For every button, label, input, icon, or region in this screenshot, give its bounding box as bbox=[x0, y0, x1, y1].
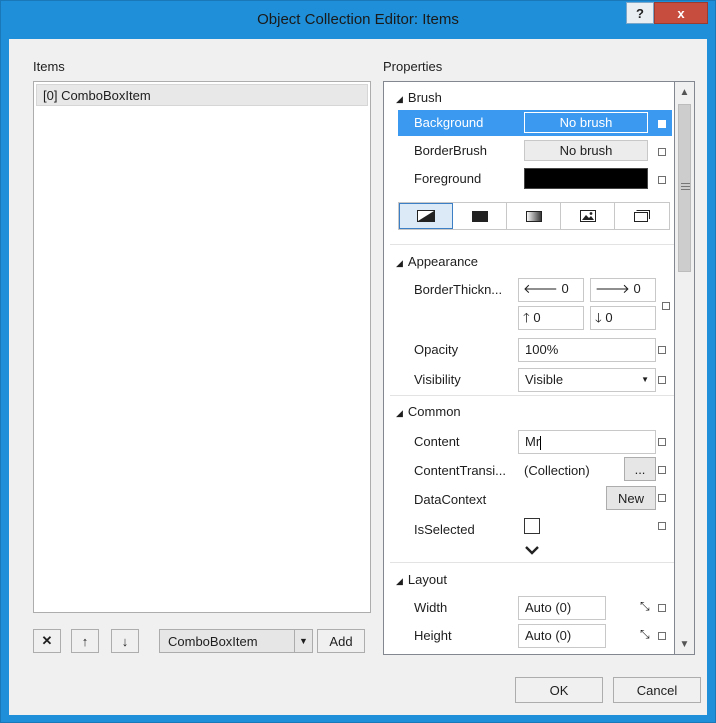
width-field[interactable]: Auto (0) bbox=[518, 596, 606, 620]
contenttransitions-value: (Collection) bbox=[524, 463, 590, 478]
text-cursor bbox=[540, 435, 542, 450]
height-label[interactable]: Height bbox=[414, 628, 452, 643]
items-label: Items bbox=[33, 59, 65, 74]
advanced-options-marker[interactable] bbox=[658, 632, 666, 640]
background-value[interactable]: No brush bbox=[524, 112, 648, 133]
arrow-right-icon: 🡒 bbox=[595, 281, 630, 296]
close-button[interactable]: x bbox=[654, 2, 708, 24]
chevron-down-icon[interactable]: ▼ bbox=[641, 375, 649, 384]
items-list[interactable]: [0] ComboBoxItem bbox=[33, 81, 371, 613]
content-label[interactable]: Content bbox=[414, 434, 460, 449]
borderthickness-label[interactable]: BorderThickn... bbox=[414, 282, 502, 297]
remove-item-button[interactable]: ✕ bbox=[33, 629, 61, 653]
thickness-right-field[interactable]: 🡒 0 bbox=[590, 278, 656, 302]
collapse-triangle-icon: ◢ bbox=[396, 258, 403, 268]
grip-icon bbox=[681, 183, 690, 190]
collapse-triangle-icon: ◢ bbox=[396, 576, 403, 586]
content-field[interactable]: Mr bbox=[518, 430, 656, 454]
scroll-up-icon[interactable]: ▲ bbox=[676, 83, 693, 101]
thickness-top-field[interactable]: 🡑 0 bbox=[518, 306, 584, 330]
move-up-button[interactable]: ↑ bbox=[71, 629, 99, 653]
category-common[interactable]: ◢ Common bbox=[396, 404, 461, 419]
advanced-options-marker[interactable] bbox=[658, 522, 666, 530]
divider bbox=[390, 562, 674, 563]
category-brush[interactable]: ◢ Brush bbox=[396, 90, 442, 105]
contenttransitions-label[interactable]: ContentTransi... bbox=[414, 463, 506, 478]
collapse-triangle-icon: ◢ bbox=[396, 94, 403, 104]
list-item[interactable]: [0] ComboBoxItem bbox=[36, 84, 368, 106]
category-layout[interactable]: ◢ Layout bbox=[396, 572, 447, 587]
foreground-label[interactable]: Foreground bbox=[414, 171, 481, 186]
isselected-checkbox[interactable] bbox=[524, 518, 540, 534]
borderbrush-label[interactable]: BorderBrush bbox=[414, 143, 487, 158]
scrollbar-thumb[interactable] bbox=[678, 104, 691, 272]
solid-color-icon[interactable] bbox=[453, 203, 507, 229]
arrow-up-icon: ↑ bbox=[81, 633, 89, 649]
borderbrush-value[interactable]: No brush bbox=[524, 140, 648, 161]
ellipsis-button[interactable]: ... bbox=[624, 457, 656, 481]
gradient-icon[interactable] bbox=[507, 203, 561, 229]
chevron-down-icon[interactable]: ▼ bbox=[294, 630, 312, 652]
advanced-options-marker[interactable] bbox=[658, 176, 666, 184]
help-button[interactable]: ? bbox=[626, 2, 654, 24]
datacontext-label[interactable]: DataContext bbox=[414, 492, 486, 507]
item-type-value: ComboBoxItem bbox=[168, 634, 258, 649]
advanced-options-marker[interactable] bbox=[658, 346, 666, 354]
advanced-options-marker[interactable] bbox=[658, 120, 666, 128]
no-brush-icon[interactable] bbox=[399, 203, 453, 229]
advanced-options-marker[interactable] bbox=[658, 466, 666, 474]
opacity-field[interactable]: 100% bbox=[518, 338, 656, 362]
category-appearance[interactable]: ◢ Appearance bbox=[396, 254, 478, 269]
move-down-button[interactable]: ↓ bbox=[111, 629, 139, 653]
title-bar: Object Collection Editor: Items ? x bbox=[1, 1, 715, 39]
background-label[interactable]: Background bbox=[414, 115, 483, 130]
expand-more-chevron-icon[interactable] bbox=[524, 544, 540, 556]
thickness-bottom-field[interactable]: 🡓 0 bbox=[590, 306, 656, 330]
opacity-label[interactable]: Opacity bbox=[414, 342, 458, 357]
visibility-select[interactable]: Visible ▼ bbox=[518, 368, 656, 392]
add-button[interactable]: Add bbox=[317, 629, 365, 653]
arrow-left-icon: 🡐 bbox=[523, 281, 558, 296]
divider bbox=[390, 395, 674, 396]
brush-type-tabs bbox=[398, 202, 670, 230]
height-field[interactable]: Auto (0) bbox=[518, 624, 606, 648]
item-type-combo[interactable]: ComboBoxItem ▼ bbox=[159, 629, 313, 653]
advanced-options-marker[interactable] bbox=[658, 376, 666, 384]
dialog-window: Object Collection Editor: Items ? x Item… bbox=[0, 0, 716, 723]
foreground-color-swatch[interactable] bbox=[524, 168, 648, 189]
image-brush-icon[interactable] bbox=[561, 203, 615, 229]
resource-icon[interactable] bbox=[615, 203, 669, 229]
width-label[interactable]: Width bbox=[414, 600, 447, 615]
collapse-triangle-icon: ◢ bbox=[396, 408, 403, 418]
remove-icon: ✕ bbox=[41, 633, 53, 648]
properties-label: Properties bbox=[383, 59, 443, 74]
properties-scrollbar[interactable]: ▲ ▼ bbox=[675, 81, 695, 655]
advanced-options-marker[interactable] bbox=[658, 604, 666, 612]
scroll-down-icon[interactable]: ▼ bbox=[676, 635, 693, 653]
set-to-auto-icon[interactable]: ⤡ bbox=[640, 599, 650, 614]
thickness-left-field[interactable]: 🡐 0 bbox=[518, 278, 584, 302]
arrow-down-icon: ↓ bbox=[121, 633, 129, 649]
advanced-options-marker[interactable] bbox=[658, 148, 666, 156]
visibility-label[interactable]: Visibility bbox=[414, 372, 461, 387]
dialog-client-area: Items [0] ComboBoxItem ✕ ↑ ↓ ComboBoxIte… bbox=[9, 39, 707, 715]
advanced-options-marker[interactable] bbox=[662, 302, 670, 310]
arrow-up-icon: 🡑 bbox=[523, 310, 530, 325]
ok-button[interactable]: OK bbox=[515, 677, 603, 703]
isselected-label[interactable]: IsSelected bbox=[414, 522, 475, 537]
new-button[interactable]: New bbox=[606, 486, 656, 510]
divider bbox=[390, 244, 674, 245]
window-title: Object Collection Editor: Items bbox=[257, 11, 459, 28]
property-grid: ◢ Brush Background No brush BorderBrush N… bbox=[383, 81, 675, 655]
cancel-button[interactable]: Cancel bbox=[613, 677, 701, 703]
advanced-options-marker[interactable] bbox=[658, 494, 666, 502]
set-to-auto-icon[interactable]: ⤡ bbox=[640, 627, 650, 642]
arrow-down-icon: 🡓 bbox=[595, 310, 602, 325]
advanced-options-marker[interactable] bbox=[658, 438, 666, 446]
